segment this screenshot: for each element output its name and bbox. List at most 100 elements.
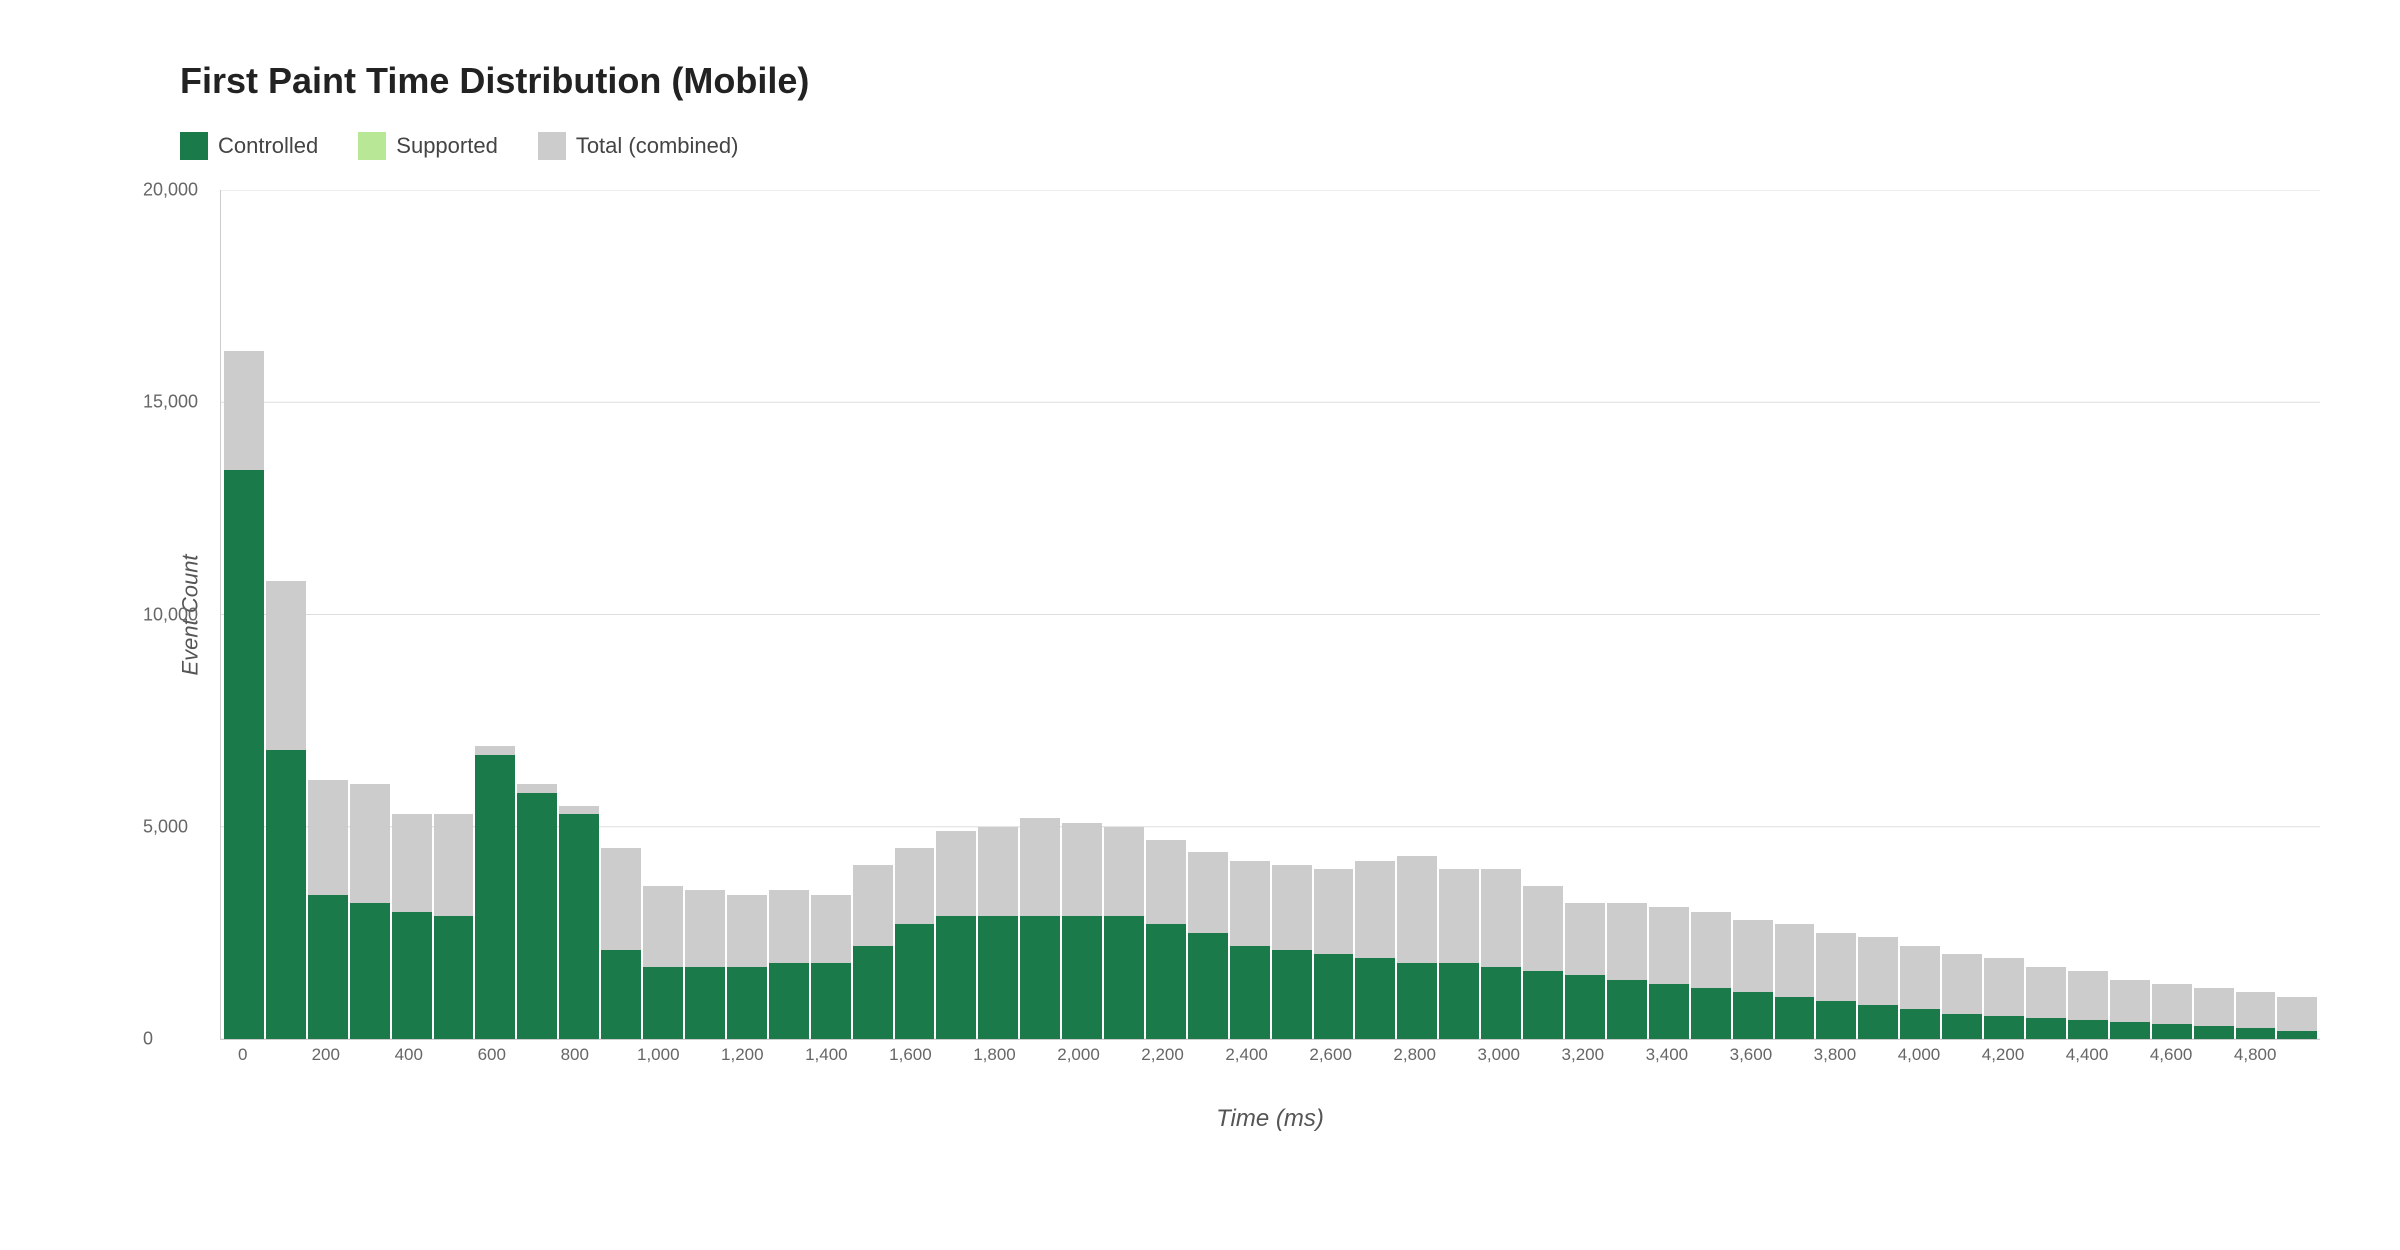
x-tick-slot (1016, 1045, 1058, 1065)
x-tick-slot: 2,200 (1141, 1045, 1184, 1065)
x-tick-slot: 1,200 (721, 1045, 764, 1065)
bar-group (349, 190, 391, 1039)
bar-controlled (601, 950, 641, 1039)
bar-controlled (769, 963, 809, 1039)
bar-group (1774, 190, 1816, 1039)
bar-group (852, 190, 894, 1039)
bar-group (1857, 190, 1899, 1039)
bar-controlled (1355, 958, 1395, 1039)
bar-group (265, 190, 307, 1039)
bar-controlled (1272, 950, 1312, 1039)
bar-controlled (1146, 924, 1186, 1039)
bar-group (1941, 190, 1983, 1039)
bar-controlled (1062, 916, 1102, 1039)
bar-group (1732, 190, 1774, 1039)
bar-controlled (1104, 916, 1144, 1039)
legend-item-supported: Supported (358, 132, 498, 160)
bar-group (2025, 190, 2067, 1039)
bar-controlled (559, 814, 599, 1039)
bar-controlled (434, 916, 474, 1039)
bar-group (2109, 190, 2151, 1039)
y-tick-10000: 10,000 (143, 604, 198, 625)
bar-group (1480, 190, 1522, 1039)
x-tick-slot (1940, 1045, 1982, 1065)
bar-group (2193, 190, 2235, 1039)
bar-group (642, 190, 684, 1039)
bar-controlled (1691, 988, 1731, 1039)
bar-controlled (2152, 1024, 2192, 1039)
bar-group (977, 190, 1019, 1039)
total-swatch (538, 132, 566, 160)
x-tick-slot (513, 1045, 555, 1065)
bar-controlled (1439, 963, 1479, 1039)
x-tick-slot: 3,600 (1730, 1045, 1773, 1065)
bar-group (1271, 190, 1313, 1039)
bar-group (1815, 190, 1857, 1039)
bar-controlled (643, 967, 683, 1039)
plot-area: 20,000 15,000 10,000 5,000 0 (220, 190, 2320, 1040)
x-axis-label: Time (ms) (220, 1105, 2320, 1133)
bar-controlled (895, 924, 935, 1039)
x-tick-slot (1520, 1045, 1562, 1065)
bar-controlled (308, 895, 348, 1039)
x-tick-slot: 3,800 (1814, 1045, 1857, 1065)
bar-controlled (2194, 1026, 2234, 1039)
bar-controlled (350, 903, 390, 1039)
bar-controlled (727, 967, 767, 1039)
total-label: Total (combined) (576, 133, 739, 159)
bar-controlled (517, 793, 557, 1039)
x-tick-slot (2192, 1045, 2234, 1065)
chart-container: First Paint Time Distribution (Mobile) C… (0, 0, 2400, 1250)
y-tick-5000: 5,000 (143, 816, 188, 837)
x-tick-slot (848, 1045, 890, 1065)
bar-group (474, 190, 516, 1039)
x-tick-slot (1688, 1045, 1730, 1065)
x-tick-slot: 4,400 (2066, 1045, 2109, 1065)
bar-group (768, 190, 810, 1039)
controlled-swatch (180, 132, 208, 160)
bar-controlled (1523, 971, 1563, 1039)
bar-controlled (1397, 963, 1437, 1039)
bar-group (1187, 190, 1229, 1039)
legend: Controlled Supported Total (combined) (180, 132, 2320, 160)
x-tick-slot: 4,200 (1982, 1045, 2025, 1065)
bar-group (1061, 190, 1103, 1039)
x-tick-slot: 600 (471, 1045, 513, 1065)
bar-controlled (475, 755, 515, 1039)
x-tick-slot: 3,200 (1562, 1045, 1605, 1065)
bar-controlled (2277, 1031, 2317, 1039)
bar-group (1564, 190, 1606, 1039)
bar-group (1438, 190, 1480, 1039)
bar-group (810, 190, 852, 1039)
bar-controlled (2236, 1028, 2276, 1039)
y-tick-0: 0 (143, 1029, 153, 1050)
x-tick-slot: 0 (222, 1045, 264, 1065)
bar-group (558, 190, 600, 1039)
x-tick-slot (1100, 1045, 1142, 1065)
x-tick-slot: 2,000 (1057, 1045, 1100, 1065)
supported-label: Supported (396, 133, 498, 159)
y-tick-20000: 20,000 (143, 180, 198, 201)
x-tick-slot: 2,400 (1225, 1045, 1268, 1065)
x-tick-slot (430, 1045, 472, 1065)
bar-controlled (1733, 992, 1773, 1039)
x-tick-slot (680, 1045, 722, 1065)
bar-group (223, 190, 265, 1039)
bar-controlled (1649, 984, 1689, 1039)
x-tick-slot: 3,400 (1646, 1045, 1689, 1065)
x-tick-slot (2276, 1045, 2318, 1065)
bar-controlled (2110, 1022, 2150, 1039)
x-tick-slot (2108, 1045, 2150, 1065)
x-tick-slot (932, 1045, 974, 1065)
bar-controlled (1565, 975, 1605, 1039)
bar-group (391, 190, 433, 1039)
bar-controlled (224, 470, 264, 1039)
bar-group (1648, 190, 1690, 1039)
bar-controlled (1314, 954, 1354, 1039)
bar-group (2067, 190, 2109, 1039)
bar-group (1522, 190, 1564, 1039)
bar-group (1354, 190, 1396, 1039)
bar-group (935, 190, 977, 1039)
x-tick-slot (596, 1045, 638, 1065)
bar-group (1690, 190, 1732, 1039)
